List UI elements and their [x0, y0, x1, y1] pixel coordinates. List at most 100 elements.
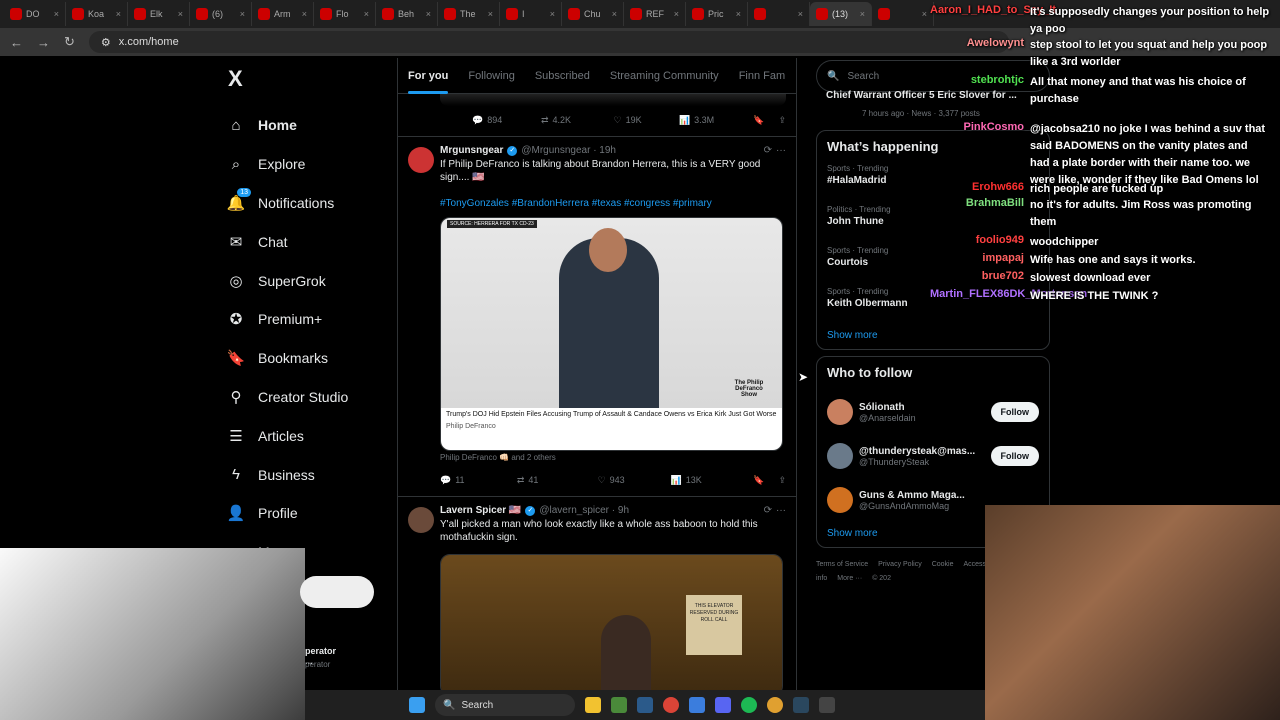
taskbar-search[interactable]: 🔍 Search: [435, 694, 575, 716]
browser-tab[interactable]: ×: [748, 2, 810, 26]
bookmark-icon[interactable]: 🔖: [753, 475, 764, 486]
views-button[interactable]: 📊 13K: [670, 475, 753, 486]
file-explorer-icon[interactable]: [585, 697, 601, 713]
close-icon[interactable]: ×: [364, 9, 369, 19]
like-button[interactable]: ♡ 19K: [614, 115, 679, 126]
reposted-by[interactable]: Philip DeFranco 👊🏻 and 2 others: [440, 453, 786, 462]
close-icon[interactable]: ×: [240, 9, 245, 19]
close-icon[interactable]: ×: [178, 9, 183, 19]
browser-tab[interactable]: Elk ×: [128, 2, 190, 26]
follow-suggestion[interactable]: Sólionath @Anarseldain Follow: [827, 390, 1039, 434]
close-icon[interactable]: ×: [426, 9, 431, 19]
nav-item-business[interactable]: ϟ Business: [220, 455, 400, 494]
reply-button[interactable]: 💬 894: [472, 115, 541, 126]
steam-icon[interactable]: [637, 697, 653, 713]
close-icon[interactable]: ×: [54, 9, 59, 19]
post[interactable]: Mrgunsngear ✓ @Mrgunsngear · 19h ⟳ ··· I…: [398, 137, 796, 497]
browser-tab[interactable]: Koa ×: [66, 2, 128, 26]
views-button[interactable]: 📊 3.3M: [679, 115, 753, 126]
browser-tab[interactable]: Chu ×: [562, 2, 624, 26]
avatar[interactable]: [827, 399, 853, 425]
feed-tab[interactable]: Streaming Community: [600, 58, 729, 94]
feed-tab[interactable]: Following: [458, 58, 524, 94]
close-icon[interactable]: ×: [302, 9, 307, 19]
avatar[interactable]: [408, 147, 434, 173]
more-icon[interactable]: ···: [776, 145, 786, 156]
feed-tab[interactable]: Finn Fam: [729, 58, 795, 94]
chrome-icon[interactable]: [767, 697, 783, 713]
app-icon[interactable]: [819, 697, 835, 713]
video-thumbnail[interactable]: SOURCE: HERRERA FOR TX CD-23 The Philip …: [441, 218, 782, 408]
footer-link[interactable]: © 202: [872, 575, 891, 582]
steam-icon[interactable]: [793, 697, 809, 713]
nav-item-premium[interactable]: ✪ Premium+: [220, 300, 400, 339]
site-info-icon[interactable]: ⚙: [101, 36, 111, 49]
back-icon[interactable]: ←: [10, 35, 23, 50]
x-logo[interactable]: X: [228, 66, 400, 106]
post-hashtags[interactable]: #TonyGonzales #BrandonHerrera #texas #co…: [440, 198, 786, 209]
close-icon[interactable]: ×: [116, 9, 121, 19]
post[interactable]: Lavern Spicer 🇺🇸 ✓ @lavern_spicer · 9h ⟳…: [398, 497, 796, 690]
bookmark-icon[interactable]: 🔖: [753, 115, 764, 126]
follow-suggestion[interactable]: @thunderysteak@mas... @ThunderySteak Follo…: [827, 434, 1039, 478]
browser-tab[interactable]: Flo ×: [314, 2, 376, 26]
nav-item-profile[interactable]: 👤 Profile: [220, 494, 400, 533]
post-image[interactable]: THIS ELEVATOR RESERVED DURING ROLL CALL: [441, 555, 782, 690]
browser-tab[interactable]: (6) ×: [190, 2, 252, 26]
nav-item-explore[interactable]: ⌕ Explore: [220, 145, 400, 184]
url-field[interactable]: ⚙ x.com/home: [88, 31, 1009, 53]
browser-tab[interactable]: Beh ×: [376, 2, 438, 26]
chrome-icon[interactable]: [663, 697, 679, 713]
close-icon[interactable]: ×: [860, 9, 865, 19]
account-name[interactable]: @thunderysteak@mas...: [859, 446, 975, 457]
browser-tab[interactable]: (13) ×: [810, 2, 872, 26]
close-icon[interactable]: ×: [798, 9, 803, 19]
close-icon[interactable]: ×: [922, 9, 927, 19]
repost-button[interactable]: ⇄ 4.2K: [541, 115, 614, 126]
post-author-name[interactable]: Lavern Spicer 🇺🇸: [440, 505, 521, 516]
reply-button[interactable]: 💬 11: [440, 475, 517, 486]
follow-button[interactable]: Follow: [990, 446, 1039, 466]
account-name[interactable]: Sólionath: [859, 402, 916, 413]
browser-tab[interactable]: Pric ×: [686, 2, 748, 26]
browser-tab[interactable]: ×: [872, 2, 934, 26]
more-icon[interactable]: ···: [776, 505, 786, 516]
like-button[interactable]: ♡ 943: [598, 475, 671, 486]
share-icon[interactable]: ⇪: [778, 475, 786, 486]
browser-tab[interactable]: DO ×: [4, 2, 66, 26]
post-author-name[interactable]: Mrgunsngear: [440, 145, 503, 156]
nav-item-chat[interactable]: ✉ Chat: [220, 222, 400, 261]
repost-button[interactable]: ⇄ 41: [517, 475, 598, 486]
footer-link[interactable]: More ···: [837, 575, 862, 582]
avatar[interactable]: [827, 487, 853, 513]
nav-item-bookmarks[interactable]: 🔖 Bookmarks: [220, 339, 400, 378]
footer-link[interactable]: Cookie: [932, 561, 954, 568]
follow-button[interactable]: Follow: [990, 402, 1039, 422]
avatar[interactable]: [827, 443, 853, 469]
close-icon[interactable]: ×: [674, 9, 679, 19]
forward-icon[interactable]: →: [37, 35, 50, 50]
post-media[interactable]: THIS ELEVATOR RESERVED DURING ROLL CALL: [440, 554, 783, 690]
nav-item-creator-studio[interactable]: ⚲ Creator Studio: [220, 378, 400, 417]
feed-tab[interactable]: Subscribed: [525, 58, 600, 94]
grok-icon[interactable]: ⟳: [764, 145, 772, 156]
browser-tab[interactable]: Arm ×: [252, 2, 314, 26]
browser-tab[interactable]: I ×: [500, 2, 562, 26]
app-icon[interactable]: [689, 697, 705, 713]
nav-item-articles[interactable]: ☰ Articles: [220, 416, 400, 455]
discord-icon[interactable]: [715, 697, 731, 713]
feed-tab[interactable]: For you: [398, 58, 458, 94]
nav-item-supergrok[interactable]: ◎ SuperGrok: [220, 261, 400, 300]
reload-icon[interactable]: ↻: [64, 34, 75, 50]
footer-link[interactable]: Terms of Service: [816, 561, 868, 568]
grok-icon[interactable]: ⟳: [764, 505, 772, 516]
show-more-link[interactable]: Show more: [827, 330, 1039, 341]
app-icon[interactable]: [611, 697, 627, 713]
close-icon[interactable]: ×: [488, 9, 493, 19]
footer-link[interactable]: Privacy Policy: [878, 561, 922, 568]
post-button[interactable]: [300, 576, 374, 608]
nav-item-notifications[interactable]: 🔔 13 Notifications: [220, 184, 400, 223]
browser-tab[interactable]: The ×: [438, 2, 500, 26]
nav-item-home[interactable]: ⌂ Home: [220, 106, 400, 145]
close-icon[interactable]: ×: [550, 9, 555, 19]
